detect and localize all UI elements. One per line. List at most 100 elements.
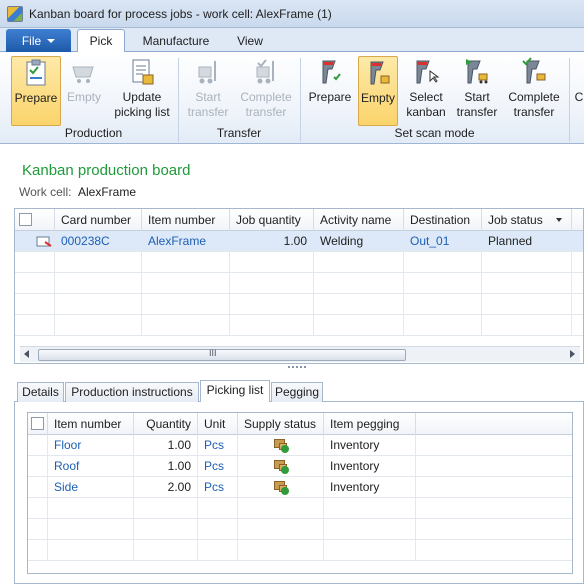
- scan-more-label: C: [574, 90, 584, 104]
- app-icon: [7, 5, 23, 22]
- scan-mode-group-label: Set scan mode: [394, 126, 475, 140]
- table-row[interactable]: 000238C AlexFrame 1.00 Welding Out_01 Pl…: [15, 231, 583, 252]
- select-all-cell: [28, 413, 48, 435]
- select-kanban-label-1: Select: [409, 90, 443, 104]
- empty-cell: [314, 252, 404, 273]
- empty-cell: [324, 519, 416, 540]
- empty-cell: [15, 294, 55, 315]
- empty-cell: [28, 498, 48, 519]
- forklift-check-icon: [250, 56, 282, 88]
- col-destination[interactable]: Destination: [404, 209, 482, 231]
- start-transfer-button[interactable]: Start transfer: [183, 56, 233, 126]
- scrollbar-thumb[interactable]: III: [38, 348, 406, 361]
- cell-unit[interactable]: Pcs: [198, 477, 238, 498]
- empty-cell: [134, 540, 198, 561]
- table-row[interactable]: Side 2.00 Pcs Inventory: [28, 477, 572, 498]
- table-row[interactable]: Roof 1.00 Pcs Inventory: [28, 456, 572, 477]
- prepare-label: Prepare: [14, 91, 58, 105]
- tab-picking-list[interactable]: Picking list: [200, 380, 270, 403]
- empty-row: [28, 498, 572, 519]
- col-job-quantity[interactable]: Job quantity: [230, 209, 314, 231]
- empty-cell: [198, 540, 238, 561]
- empty-cell: [198, 519, 238, 540]
- group-separator: [569, 58, 570, 142]
- picking-list-icon: [126, 56, 158, 88]
- col-item-number[interactable]: Item number: [142, 209, 230, 231]
- tab-details[interactable]: Details: [17, 382, 64, 402]
- scan-start-transfer-button[interactable]: Start transfer: [453, 56, 501, 126]
- row-select-cell: [28, 477, 48, 498]
- select-all-checkbox[interactable]: [19, 213, 32, 226]
- col-quantity[interactable]: Quantity: [134, 413, 198, 435]
- tab-pick[interactable]: Pick: [77, 29, 125, 53]
- cell-quantity: 1.00: [134, 456, 198, 477]
- tab-pegging[interactable]: Pegging: [271, 382, 323, 402]
- title-bar: Kanban board for process jobs - work cel…: [0, 0, 584, 28]
- file-label: File: [21, 33, 42, 48]
- tab-view[interactable]: View: [225, 29, 275, 52]
- pane-splitter[interactable]: [288, 366, 308, 370]
- file-dropdown-icon: [47, 38, 56, 43]
- cell-item-pegging: Inventory: [324, 435, 416, 456]
- cell-card-number[interactable]: 000238C: [55, 231, 142, 252]
- empty-cell: [15, 315, 55, 336]
- table-row[interactable]: Floor 1.00 Pcs Inventory: [28, 435, 572, 456]
- empty-cell: [482, 294, 572, 315]
- picking-grid-header: Item number Quantity Unit Supply status …: [28, 413, 572, 435]
- supply-available-icon: [273, 479, 289, 495]
- complete-transfer-button[interactable]: Complete transfer: [237, 56, 295, 126]
- cell-item-pegging: Inventory: [324, 477, 416, 498]
- scroll-left-icon[interactable]: [24, 350, 29, 358]
- update-picking-list-button[interactable]: Update picking list: [108, 56, 176, 126]
- cart-icon: [68, 56, 100, 88]
- cell-item-number[interactable]: AlexFrame: [142, 231, 230, 252]
- empty-cell: [55, 315, 142, 336]
- empty-cell: [314, 273, 404, 294]
- scan-prepare-button[interactable]: Prepare: [306, 56, 354, 126]
- tab-manufacture[interactable]: Manufacture: [131, 29, 221, 52]
- cell-destination[interactable]: Out_01: [404, 231, 482, 252]
- empty-cell: [28, 540, 48, 561]
- empty-cell: [404, 273, 482, 294]
- col-job-status[interactable]: Job status: [482, 209, 572, 231]
- scan-complete-transfer-label-2: transfer: [513, 105, 555, 119]
- scan-more-button[interactable]: C: [574, 56, 584, 126]
- scan-complete-transfer-button[interactable]: Complete transfer: [505, 56, 563, 126]
- col-unit[interactable]: Unit: [198, 413, 238, 435]
- col-item-pegging[interactable]: Item pegging: [324, 413, 416, 435]
- cell-job-quantity: 1.00: [230, 231, 314, 252]
- start-transfer-label-1: Start: [195, 90, 221, 104]
- cell-item-number[interactable]: Roof: [48, 456, 134, 477]
- cell-item-number[interactable]: Floor: [48, 435, 134, 456]
- picking-list-grid: Item number Quantity Unit Supply status …: [27, 412, 573, 574]
- col-item-number[interactable]: Item number: [48, 413, 134, 435]
- empty-cell: [230, 315, 314, 336]
- col-activity-name[interactable]: Activity name: [314, 209, 404, 231]
- cell-unit[interactable]: Pcs: [198, 435, 238, 456]
- col-card-number[interactable]: Card number: [55, 209, 142, 231]
- empty-cell: [314, 294, 404, 315]
- empty-cell: [142, 294, 230, 315]
- empty-row: [15, 294, 583, 315]
- select-all-checkbox[interactable]: [31, 417, 44, 430]
- jobs-grid: Card number Item number Job quantity Act…: [14, 208, 584, 364]
- production-group-label: Production: [64, 126, 123, 140]
- cell-unit[interactable]: Pcs: [198, 456, 238, 477]
- tab-manufacture-label: Manufacture: [142, 33, 210, 48]
- select-kanban-button[interactable]: Select kanban: [402, 56, 450, 126]
- scan-empty-button[interactable]: Empty: [358, 56, 398, 126]
- empty-button[interactable]: Empty: [63, 56, 105, 126]
- empty-cell: [134, 519, 198, 540]
- tab-production-instructions[interactable]: Production instructions: [65, 382, 199, 402]
- horizontal-scrollbar[interactable]: III: [20, 346, 580, 362]
- empty-cell: [134, 498, 198, 519]
- file-menu-button[interactable]: File: [6, 29, 71, 52]
- col-job-status-label: Job status: [488, 213, 543, 227]
- prepare-button[interactable]: Prepare: [11, 56, 61, 126]
- scan-start-transfer-label-2: transfer: [456, 105, 498, 119]
- scroll-right-icon[interactable]: [570, 350, 575, 358]
- cell-item-number[interactable]: Side: [48, 477, 134, 498]
- col-supply-status[interactable]: Supply status: [238, 413, 324, 435]
- empty-cell: [198, 498, 238, 519]
- barcode-scanner-check-icon: [518, 56, 550, 88]
